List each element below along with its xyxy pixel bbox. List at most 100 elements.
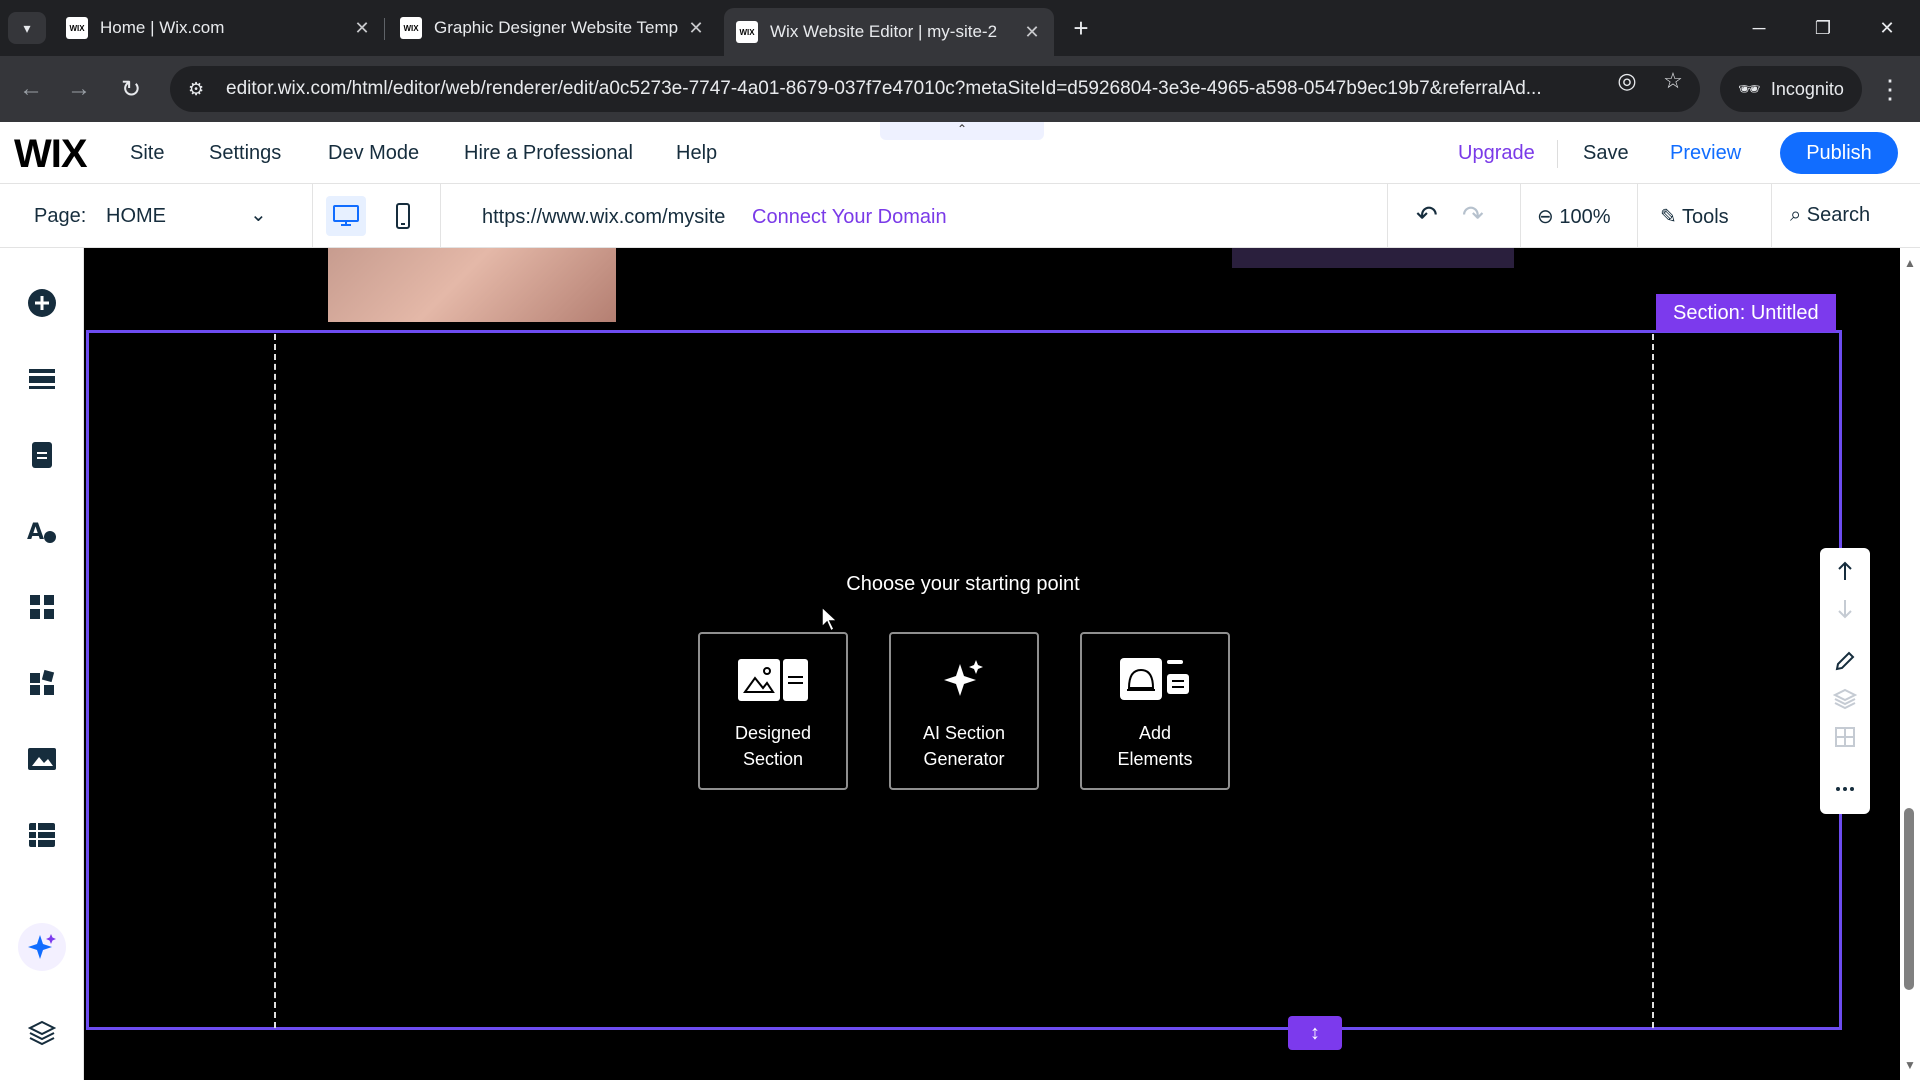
card-label: Designed Section — [704, 720, 842, 772]
ai-assistant-icon[interactable] — [18, 923, 66, 971]
divider — [1520, 184, 1521, 248]
card-label-line: Generator — [923, 749, 1005, 769]
move-down-icon[interactable] — [1830, 594, 1860, 624]
sparkle-icon — [891, 656, 1037, 704]
collapse-topbar-handle[interactable]: ⌃ — [880, 122, 1044, 140]
wix-top-bar: WIX Site Settings Dev Mode Hire a Profes… — [0, 122, 1920, 184]
minimize-icon[interactable]: ─ — [1732, 10, 1786, 46]
tools-icon: ✎ — [1660, 206, 1677, 228]
search-icon: ⌕ — [1790, 204, 1802, 226]
section-resize-handle[interactable]: ↕ — [1288, 1016, 1342, 1050]
back-icon[interactable]: ← — [14, 72, 48, 106]
add-section-icon[interactable] — [22, 359, 62, 399]
wix-favicon-icon: WIX — [736, 21, 758, 43]
page-label: Page: — [34, 205, 87, 227]
divider — [312, 184, 313, 248]
apps-icon[interactable] — [22, 587, 62, 627]
reload-icon[interactable]: ↻ — [114, 72, 148, 106]
add-elements-card-icon — [1082, 656, 1228, 704]
card-label-line: Designed — [734, 723, 812, 743]
menu-site[interactable]: Site — [130, 142, 164, 165]
wix-page-bar: Page: HOME ⌄ https://www.wix.com/mysite … — [0, 184, 1920, 248]
add-elements-card[interactable]: Add Elements — [1080, 632, 1230, 790]
card-label: AI Section Generator — [895, 720, 1033, 772]
bookmark-star-icon[interactable]: ☆ — [1658, 66, 1688, 96]
desktop-view-button[interactable] — [326, 196, 366, 236]
connect-domain-link[interactable]: Connect Your Domain — [752, 206, 947, 229]
divider — [1387, 184, 1388, 248]
tab-title: Graphic Designer Website Temp — [434, 18, 679, 37]
scroll-thumb[interactable] — [1904, 808, 1914, 990]
mouse-cursor-icon — [820, 605, 840, 638]
element-strip[interactable] — [1232, 248, 1514, 268]
section-quick-toolbar — [1820, 548, 1870, 814]
layers-stack-icon[interactable] — [1830, 684, 1860, 714]
image-element[interactable] — [328, 248, 616, 322]
eye-off-icon[interactable]: ◎ — [1612, 66, 1642, 96]
svg-text:A: A — [27, 520, 44, 545]
address-bar[interactable]: ⚙ editor.wix.com/html/editor/web/rendere… — [170, 66, 1700, 112]
designed-section-card[interactable]: Designed Section — [698, 632, 848, 790]
business-tools-icon[interactable] — [22, 663, 62, 703]
menu-help[interactable]: Help — [676, 142, 717, 165]
menu-dev-mode[interactable]: Dev Mode — [328, 142, 419, 165]
wix-logo[interactable]: WIX — [14, 132, 88, 177]
mobile-view-button[interactable] — [383, 196, 423, 236]
publish-button[interactable]: Publish — [1780, 132, 1898, 174]
scroll-up-icon[interactable]: ▲ — [1904, 256, 1916, 270]
canvas-scrollbar[interactable]: ▲ ▼ — [1900, 248, 1920, 1080]
tab-title: Wix Website Editor | my-site-2 — [770, 22, 998, 41]
redo-icon[interactable]: ↷ — [1462, 200, 1484, 231]
card-label-line: Elements — [1117, 749, 1193, 769]
zoom-control[interactable]: ⊖ 100% — [1537, 204, 1610, 229]
undo-icon[interactable]: ↶ — [1416, 200, 1438, 231]
search-label: Search — [1806, 204, 1871, 226]
pages-icon[interactable] — [22, 435, 62, 475]
upgrade-link[interactable]: Upgrade — [1458, 142, 1535, 165]
tab-search-button[interactable]: ▾ — [8, 12, 46, 44]
save-button[interactable]: Save — [1583, 142, 1629, 165]
tab-graphic-designer[interactable]: WIX Graphic Designer Website Temp ✕ — [388, 8, 718, 48]
chevron-down-icon[interactable]: ⌄ — [250, 202, 267, 227]
divider — [1637, 184, 1638, 248]
browser-menu-icon[interactable]: ⋮ — [1875, 72, 1905, 106]
browser-tab-bar: ▾ WIX Home | Wix.com ✕ WIX Graphic Desig… — [0, 0, 1920, 56]
tab-home-wix[interactable]: WIX Home | Wix.com ✕ — [54, 8, 384, 48]
media-icon[interactable] — [22, 739, 62, 779]
site-design-icon[interactable]: A — [22, 511, 62, 551]
new-tab-button[interactable]: + — [1065, 12, 1097, 44]
layout-grid-icon[interactable] — [1830, 722, 1860, 752]
wix-favicon-icon: WIX — [66, 17, 88, 39]
layers-icon[interactable] — [22, 1013, 62, 1053]
search-button[interactable]: ⌕ Search — [1790, 204, 1870, 227]
tab-wix-editor[interactable]: WIX Wix Website Editor | my-site-2 ✕ — [724, 8, 1054, 56]
ai-section-generator-card[interactable]: AI Section Generator — [889, 632, 1039, 790]
menu-settings[interactable]: Settings — [209, 142, 281, 165]
url-text: editor.wix.com/html/editor/web/renderer/… — [226, 78, 1542, 99]
edit-pencil-icon[interactable] — [1830, 646, 1860, 676]
preview-button[interactable]: Preview — [1670, 142, 1741, 165]
designed-section-icon — [700, 656, 846, 704]
tools-button[interactable]: ✎ Tools — [1660, 204, 1729, 229]
desktop-icon — [333, 205, 359, 226]
move-up-icon[interactable] — [1830, 556, 1860, 586]
add-elements-icon[interactable] — [22, 283, 62, 323]
close-icon[interactable]: ✕ — [1022, 22, 1042, 43]
restore-icon[interactable]: ❐ — [1796, 10, 1850, 46]
editor-canvas[interactable]: Section: Untitled Choose your starting p… — [84, 248, 1844, 1080]
close-icon[interactable]: ✕ — [352, 18, 372, 39]
forward-icon[interactable]: → — [62, 72, 96, 106]
incognito-badge[interactable]: 🕶 Incognito — [1720, 66, 1862, 112]
more-options-icon[interactable] — [1830, 774, 1860, 804]
menu-hire-professional[interactable]: Hire a Professional — [464, 142, 633, 165]
gridline-guide — [1652, 334, 1654, 1028]
section-label[interactable]: Section: Untitled — [1656, 294, 1836, 332]
window-close-icon[interactable]: ✕ — [1860, 10, 1914, 46]
site-settings-icon[interactable]: ⚙ — [188, 79, 214, 100]
page-selector[interactable]: HOME — [106, 205, 166, 228]
scroll-down-icon[interactable]: ▼ — [1904, 1058, 1916, 1072]
close-icon[interactable]: ✕ — [686, 18, 706, 39]
cms-icon[interactable] — [22, 815, 62, 855]
card-label-line: AI Section — [922, 723, 1006, 743]
incognito-label: Incognito — [1770, 78, 1844, 99]
